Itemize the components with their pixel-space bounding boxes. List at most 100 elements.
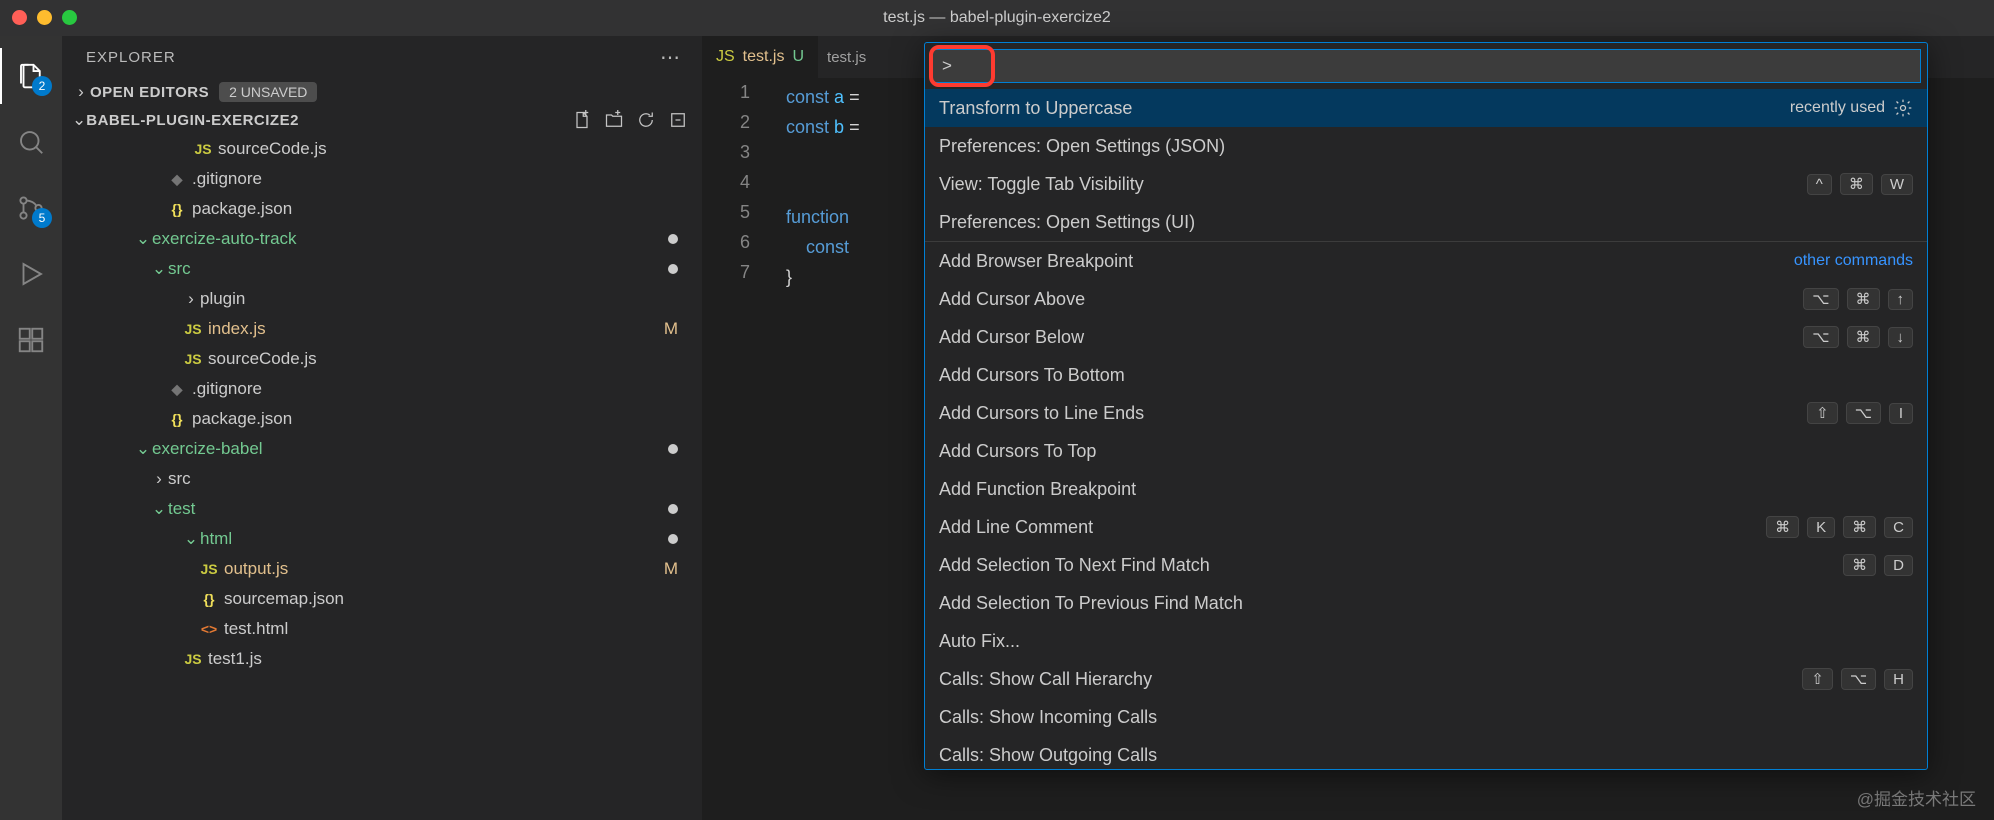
gear-icon[interactable]	[1893, 98, 1913, 118]
gitignore-icon: ◆	[166, 171, 188, 188]
tree-item[interactable]: {}package.json	[62, 194, 702, 224]
tree-item[interactable]: JSoutput.jsM	[62, 554, 702, 584]
chevron-down-icon: ⌄	[150, 259, 168, 279]
untracked-dot-icon	[668, 504, 678, 514]
close-window-button[interactable]	[12, 10, 27, 25]
command-item[interactable]: View: Toggle Tab Visibility^⌘W	[925, 165, 1927, 203]
sidebar: EXPLORER ⋯ › OPEN EDITORS 2 UNSAVED ⌄ BA…	[62, 36, 702, 820]
command-label: View: Toggle Tab Visibility	[939, 174, 1144, 195]
command-label: Add Cursor Below	[939, 327, 1084, 348]
tree-folder[interactable]: ⌄test	[62, 494, 702, 524]
tree-folder[interactable]: ⌄html	[62, 524, 702, 554]
modified-indicator: M	[660, 319, 678, 339]
chevron-down-icon: ⌄	[134, 229, 152, 249]
new-file-icon[interactable]	[572, 110, 592, 130]
command-item[interactable]: Add Cursor Above⌥⌘↑	[925, 280, 1927, 318]
command-item[interactable]: Add Line Comment⌘K⌘C	[925, 508, 1927, 546]
activity-bar: 2 5	[0, 36, 62, 820]
open-editors-section[interactable]: › OPEN EDITORS 2 UNSAVED	[62, 78, 702, 106]
open-editors-label: OPEN EDITORS	[90, 84, 209, 101]
command-label: Calls: Show Call Hierarchy	[939, 669, 1152, 690]
command-palette-list[interactable]: Transform to Uppercaserecently used Prefe…	[925, 89, 1927, 769]
command-palette-input[interactable]	[931, 49, 1921, 83]
untracked-dot-icon	[668, 234, 678, 244]
chevron-right-icon: ›	[72, 82, 90, 102]
hint-recently-used: recently used	[1790, 99, 1885, 117]
chevron-down-icon: ⌄	[72, 110, 86, 130]
tree-item[interactable]: JStest1.js	[62, 644, 702, 674]
sidebar-header: EXPLORER ⋯	[62, 36, 702, 78]
keybinding-key: ⌥	[1841, 668, 1876, 690]
breadcrumb[interactable]: test.js	[819, 49, 874, 66]
js-file-icon: JS	[198, 561, 220, 577]
command-item[interactable]: Add Selection To Next Find Match⌘D	[925, 546, 1927, 584]
untracked-dot-icon	[668, 534, 678, 544]
command-item[interactable]: Preferences: Open Settings (JSON)	[925, 127, 1927, 165]
command-palette: Transform to Uppercaserecently used Prefe…	[924, 42, 1928, 770]
js-file-icon: JS	[716, 48, 735, 66]
editor-tab[interactable]: JS test.js U	[702, 36, 819, 78]
command-label: Add Line Comment	[939, 517, 1093, 538]
tab-status: U	[792, 48, 804, 66]
new-folder-icon[interactable]	[604, 110, 624, 130]
tab-filename: test.js	[743, 48, 785, 66]
project-actions	[572, 110, 688, 130]
keybinding-key: ⇧	[1807, 402, 1838, 424]
tree-item[interactable]: <>test.html	[62, 614, 702, 644]
keybinding-key: D	[1884, 555, 1913, 576]
keybinding-key: ⌥	[1846, 402, 1881, 424]
file-tree: JSsourceCode.js ◆.gitignore {}package.js…	[62, 134, 702, 820]
minimize-window-button[interactable]	[37, 10, 52, 25]
activity-search[interactable]	[0, 114, 62, 170]
command-item[interactable]: Add Function Breakpoint	[925, 470, 1927, 508]
tree-item[interactable]: {}package.json	[62, 404, 702, 434]
command-label: Add Selection To Previous Find Match	[939, 593, 1243, 614]
command-item[interactable]: Calls: Show Incoming Calls	[925, 698, 1927, 736]
refresh-icon[interactable]	[636, 110, 656, 130]
activity-explorer[interactable]: 2	[0, 48, 62, 104]
command-item[interactable]: Add Cursors To Top	[925, 432, 1927, 470]
tree-folder[interactable]: ⌄src	[62, 254, 702, 284]
extensions-icon	[16, 325, 46, 355]
project-name: BABEL-PLUGIN-EXERCIZE2	[86, 112, 299, 129]
command-item[interactable]: Add Cursors To Bottom	[925, 356, 1927, 394]
command-item[interactable]: Calls: Show Outgoing Calls	[925, 736, 1927, 769]
command-item[interactable]: Add Cursor Below⌥⌘↓	[925, 318, 1927, 356]
tree-item[interactable]: JSindex.jsM	[62, 314, 702, 344]
command-item[interactable]: Add Selection To Previous Find Match	[925, 584, 1927, 622]
chevron-down-icon: ⌄	[182, 529, 200, 549]
tree-item[interactable]: ◆.gitignore	[62, 374, 702, 404]
tree-folder[interactable]: ›plugin	[62, 284, 702, 314]
collapse-all-icon[interactable]	[668, 110, 688, 130]
command-label: Auto Fix...	[939, 631, 1020, 652]
hint-other-commands: other commands	[1794, 252, 1913, 270]
keybinding-key: ⌘	[1843, 554, 1876, 576]
activity-scm[interactable]: 5	[0, 180, 62, 236]
command-item[interactable]: Preferences: Open Settings (UI)	[925, 203, 1927, 241]
tree-folder[interactable]: ⌄exercize-auto-track	[62, 224, 702, 254]
command-label: Add Cursors To Top	[939, 441, 1096, 462]
js-file-icon: JS	[192, 141, 214, 157]
command-item[interactable]: Transform to Uppercaserecently used	[925, 89, 1927, 127]
chevron-down-icon: ⌄	[150, 499, 168, 519]
maximize-window-button[interactable]	[62, 10, 77, 25]
sidebar-more-icon[interactable]: ⋯	[660, 45, 682, 70]
project-section[interactable]: ⌄ BABEL-PLUGIN-EXERCIZE2	[62, 106, 702, 134]
tree-item[interactable]: JSsourceCode.js	[62, 344, 702, 374]
command-item[interactable]: Add Cursors to Line Ends⇧⌥I	[925, 394, 1927, 432]
tree-item[interactable]: ◆.gitignore	[62, 164, 702, 194]
command-item[interactable]: Calls: Show Call Hierarchy⇧⌥H	[925, 660, 1927, 698]
tree-folder[interactable]: ⌄exercize-babel	[62, 434, 702, 464]
tree-folder[interactable]: ›src	[62, 464, 702, 494]
window-controls	[12, 10, 77, 25]
modified-indicator: M	[660, 559, 678, 579]
tree-item[interactable]: {}sourcemap.json	[62, 584, 702, 614]
activity-extensions[interactable]	[0, 312, 62, 368]
command-label: Preferences: Open Settings (JSON)	[939, 136, 1225, 157]
tree-item[interactable]: JSsourceCode.js	[62, 134, 702, 164]
command-item[interactable]: Auto Fix...	[925, 622, 1927, 660]
keybinding-key: I	[1889, 403, 1913, 424]
command-item[interactable]: Add Browser Breakpointother commands	[925, 242, 1927, 280]
keybinding-key: ↑	[1888, 289, 1914, 310]
activity-debug[interactable]	[0, 246, 62, 302]
